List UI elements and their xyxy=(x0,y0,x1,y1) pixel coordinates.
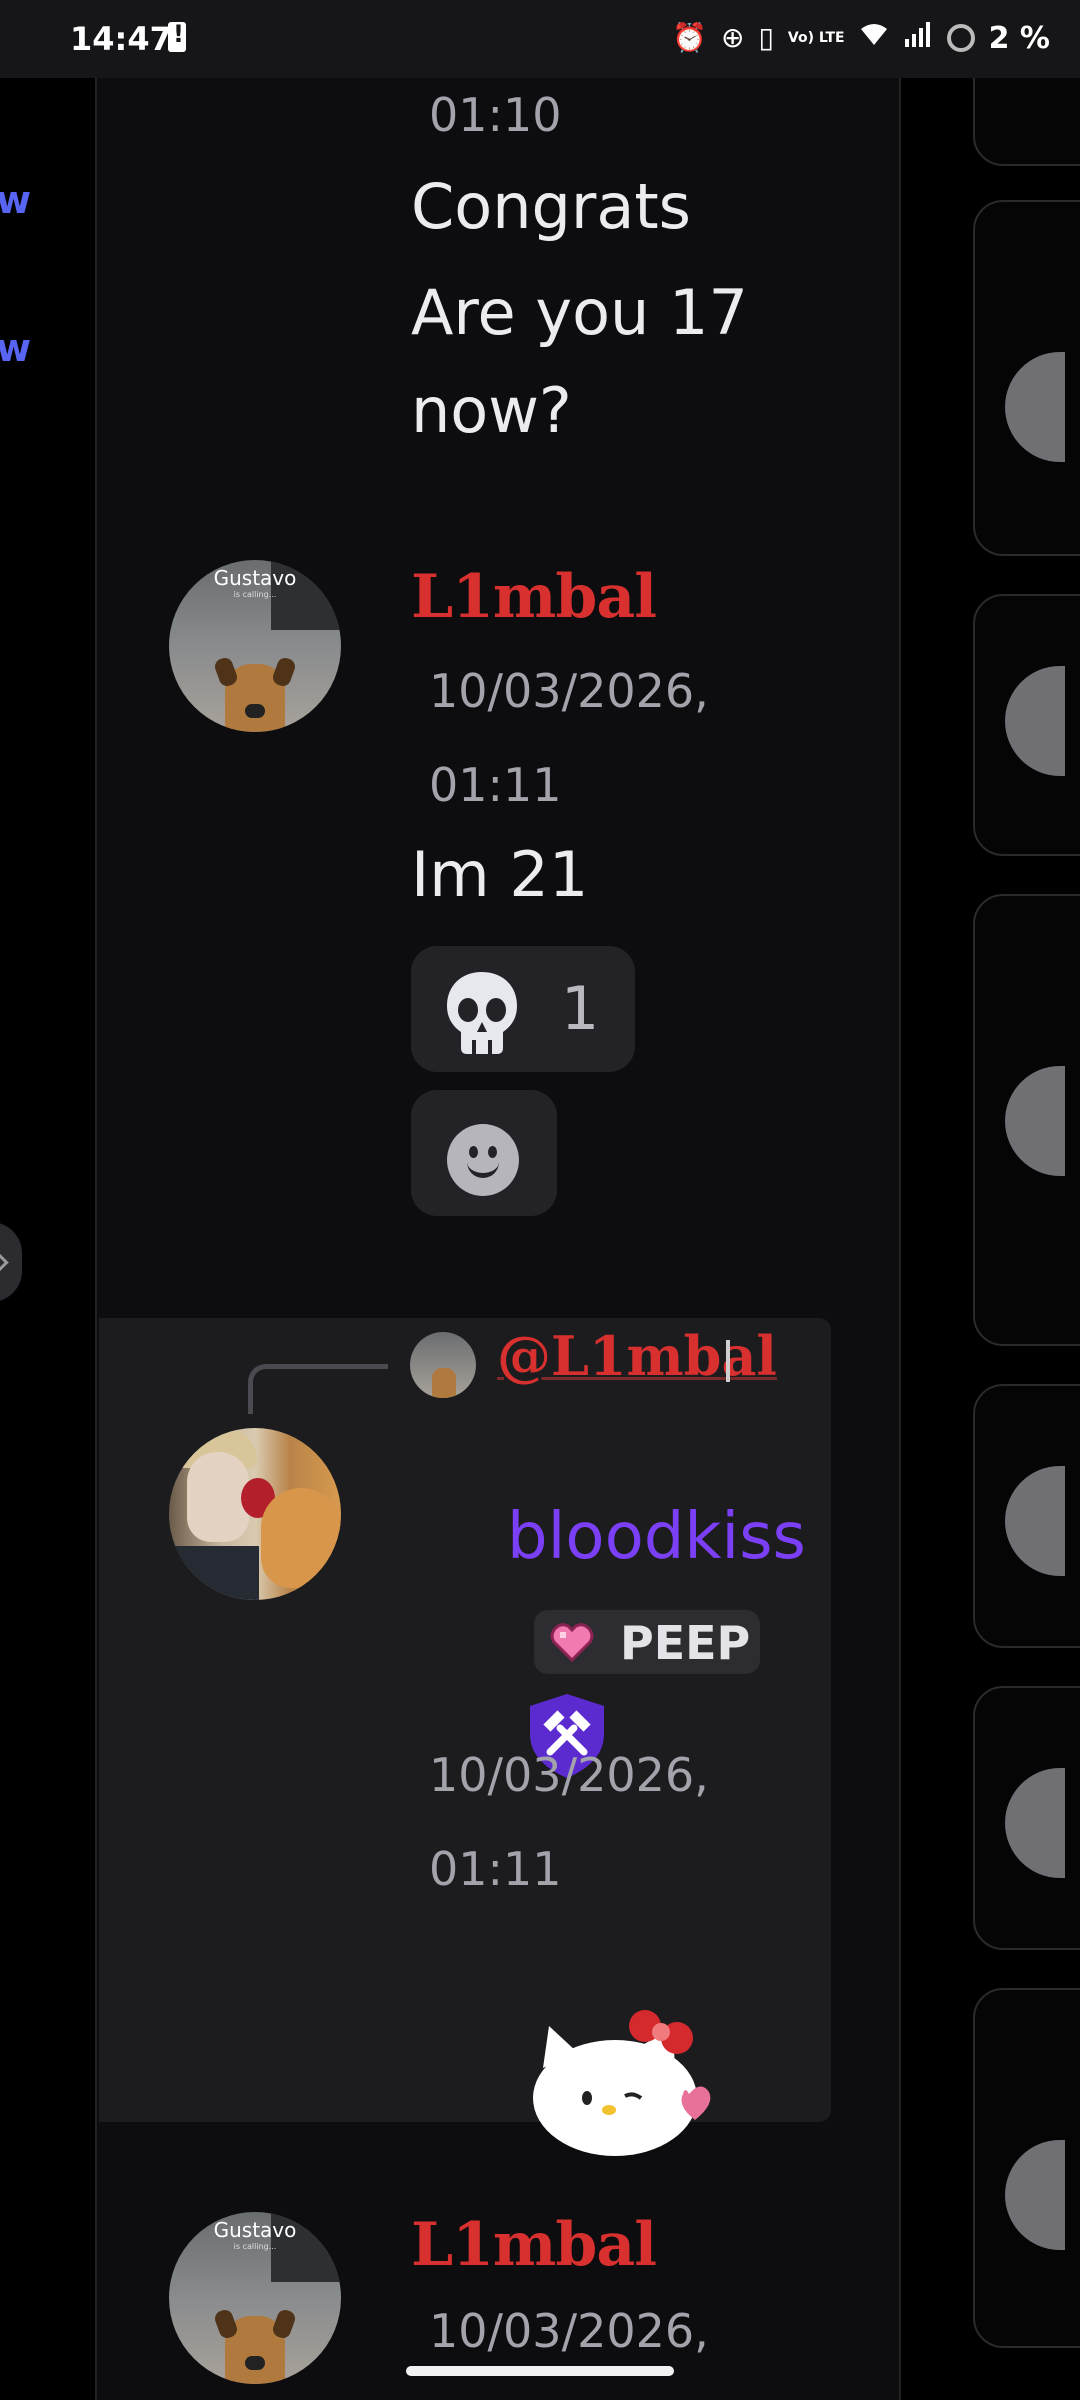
dog-image xyxy=(225,2316,285,2384)
status-bar: 14:47 ⏰ ⊕ ▯ Vo) LTE 2 % xyxy=(0,0,1080,78)
reply-avatar xyxy=(410,1332,476,1398)
avatar[interactable]: Gustavo is calling... xyxy=(169,2212,341,2384)
reply-connector xyxy=(248,1364,388,1414)
skull-icon xyxy=(447,972,517,1054)
avatar[interactable] xyxy=(169,1428,341,1600)
member-card[interactable] xyxy=(973,200,1080,556)
vibrate-icon: ▯ xyxy=(758,21,774,54)
username[interactable]: L1mbal xyxy=(411,2210,657,2280)
sidebar-fragment[interactable]: w xyxy=(0,326,31,370)
member-card[interactable] xyxy=(973,1988,1080,2348)
message-timestamp: 01:11 xyxy=(429,1842,562,1896)
member-card[interactable] xyxy=(973,1686,1080,1950)
data-saver-icon: ⊕ xyxy=(721,21,745,54)
username[interactable]: L1mbal xyxy=(411,562,657,632)
dog-image xyxy=(225,664,285,732)
message-text: Are you 17 xyxy=(411,276,748,349)
avatar-caption: Gustavo xyxy=(213,566,297,590)
reaction-count: 1 xyxy=(561,974,600,1044)
add-reaction-icon xyxy=(447,1124,519,1196)
home-indicator[interactable] xyxy=(406,2366,674,2376)
member-card[interactable] xyxy=(973,594,1080,856)
avatar-caption: Gustavo xyxy=(213,2218,297,2242)
avatar xyxy=(1005,1466,1065,1576)
avatar-subcaption: is calling... xyxy=(233,2242,277,2251)
reaction-skull[interactable]: 1 xyxy=(411,946,635,1072)
member-card[interactable] xyxy=(973,894,1080,1346)
server-tag-label: PEEP xyxy=(620,1616,751,1670)
server-tag[interactable]: PEEP xyxy=(534,1610,760,1674)
message-timestamp: 10/03/2026, xyxy=(429,1748,709,1802)
message-timestamp: 10/03/2026, xyxy=(429,664,709,718)
avatar-subcaption: is calling... xyxy=(233,590,277,599)
pixel-heart-icon xyxy=(550,1623,594,1663)
volte-icon: Vo) LTE xyxy=(787,30,845,46)
hello-kitty-sticker[interactable] xyxy=(525,1998,715,2158)
message-text: Im 21 xyxy=(411,838,589,911)
sidebar-fragment[interactable]: w xyxy=(0,178,31,222)
message-timestamp: 01:10 xyxy=(429,88,562,142)
message-text: now? xyxy=(411,374,572,447)
message-text: Congrats xyxy=(411,170,691,243)
message-timestamp: 01:11 xyxy=(429,758,562,812)
status-time: 14:47 xyxy=(70,20,172,58)
battery-ring-icon xyxy=(946,24,975,52)
avatar xyxy=(1005,352,1065,462)
status-icons: ⏰ ⊕ ▯ Vo) LTE 2 % xyxy=(672,18,1050,58)
add-reaction-button[interactable] xyxy=(411,1090,557,1216)
member-card[interactable] xyxy=(973,1384,1080,1648)
avatar xyxy=(1005,666,1065,776)
battery-percent: 2 % xyxy=(988,20,1050,56)
username[interactable]: bloodkiss xyxy=(507,1500,806,1574)
text-cursor xyxy=(726,1340,730,1382)
avatar xyxy=(1005,2140,1065,2250)
alarm-icon: ⏰ xyxy=(672,21,708,54)
message-timestamp: 10/03/2026, xyxy=(429,2304,709,2358)
reply-mention[interactable]: @L1mbal xyxy=(497,1324,777,1388)
member-list xyxy=(903,38,1080,2400)
chat-column[interactable]: 01:10 Congrats Are you 17 now? Gustavo i… xyxy=(95,78,901,2400)
battery-alert-icon xyxy=(168,20,186,52)
avatar[interactable]: Gustavo is calling... xyxy=(169,560,341,732)
signal-icon xyxy=(903,18,933,58)
avatar xyxy=(1005,1066,1065,1176)
avatar xyxy=(1005,1768,1065,1878)
wifi-icon xyxy=(859,18,889,58)
